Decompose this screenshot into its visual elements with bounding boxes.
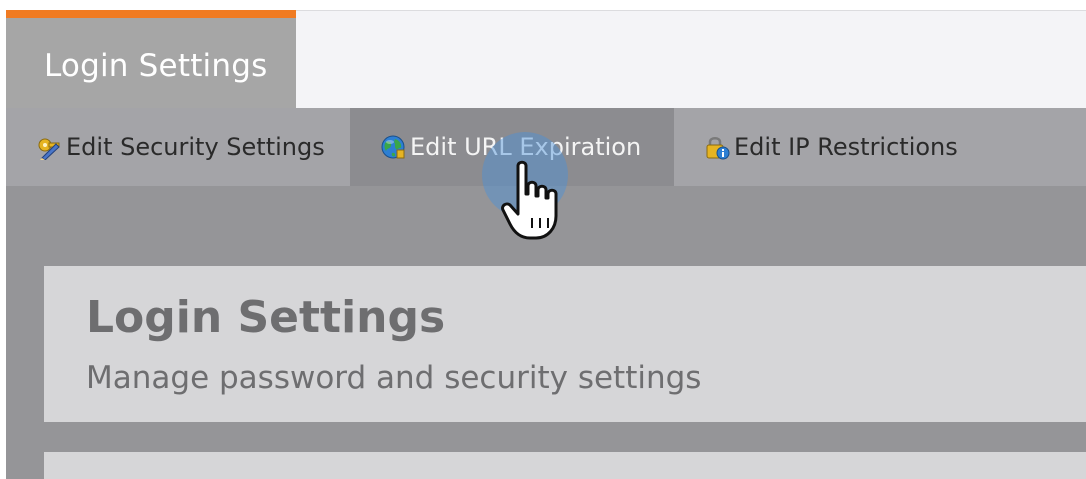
hand-pointer-icon — [500, 160, 564, 244]
page-subtitle: Manage password and security settings — [86, 360, 702, 396]
page-title: Login Settings — [86, 292, 446, 343]
globe-icon — [380, 134, 406, 160]
tab-login-settings-label: Login Settings — [44, 48, 268, 84]
tab-edit-security-settings[interactable]: Edit Security Settings — [6, 108, 350, 186]
settings-panel-partial — [44, 452, 1086, 479]
app-window: Login Settings Edit Security Settings Ed… — [0, 0, 1086, 479]
tab-bar-background — [296, 10, 1086, 109]
active-tab-accent — [6, 10, 296, 18]
tab-edit-security-settings-label: Edit Security Settings — [66, 133, 325, 161]
key-pencil-icon — [36, 134, 62, 160]
lock-info-icon — [704, 134, 730, 160]
login-settings-panel: Login Settings Manage password and secur… — [44, 266, 1086, 422]
tab-edit-ip-restrictions[interactable]: Edit IP Restrictions — [674, 108, 1086, 186]
tab-login-settings[interactable]: Login Settings — [6, 10, 296, 108]
tab-edit-ip-restrictions-label: Edit IP Restrictions — [734, 133, 958, 161]
